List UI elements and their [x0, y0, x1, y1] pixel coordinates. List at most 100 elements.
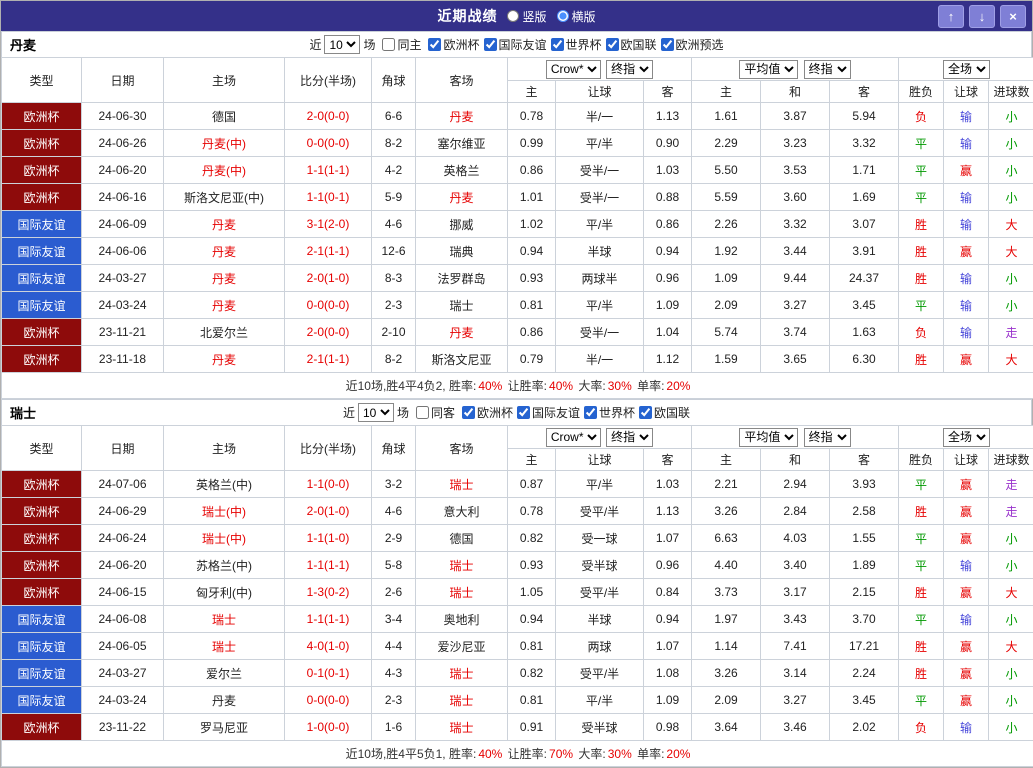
- away-team-cell: 瑞士: [416, 552, 508, 579]
- match-type-cell: 欧洲杯: [2, 103, 82, 130]
- odds-cell: 平/半: [556, 471, 644, 498]
- home-team-cell: 北爱尔兰: [164, 319, 285, 346]
- league-checkbox[interactable]: [606, 38, 619, 51]
- league-checkbox[interactable]: [639, 406, 652, 419]
- result-cell: 小: [989, 157, 1033, 184]
- match-type-cell: 欧洲杯: [2, 579, 82, 606]
- odds-cell: 3.74: [761, 319, 830, 346]
- vertical-radio[interactable]: [507, 10, 519, 22]
- league-checkbox[interactable]: [462, 406, 475, 419]
- odds-cell: 6.63: [692, 525, 761, 552]
- league-filter[interactable]: 欧国联: [606, 36, 657, 53]
- odds-cell: 3.46: [761, 714, 830, 741]
- same-venue-checkbox[interactable]: [382, 38, 395, 51]
- final-odds-select[interactable]: 终指: [606, 60, 653, 79]
- league-filter[interactable]: 国际友谊: [517, 404, 580, 421]
- layout-option-horizontal[interactable]: 横版: [557, 8, 596, 25]
- league-checkbox[interactable]: [551, 38, 564, 51]
- match-count-select[interactable]: 10: [324, 35, 360, 54]
- match-type-cell: 国际友谊: [2, 660, 82, 687]
- result-cell: 走: [989, 498, 1033, 525]
- league-filter[interactable]: 世界杯: [584, 404, 635, 421]
- result-cell: 赢: [944, 525, 989, 552]
- handicap-odds-group: Crow* 终指: [508, 426, 692, 449]
- match-row: 欧洲杯24-06-30德国2-0(0-0)6-6丹麦0.78半/一1.131.6…: [2, 103, 1033, 130]
- result-cell: 小: [989, 660, 1033, 687]
- odds-cell: 1.14: [692, 633, 761, 660]
- league-checkbox[interactable]: [584, 406, 597, 419]
- filter-controls: 近 10 场 同主 欧洲杯国际友谊世界杯欧国联欧洲预选: [309, 35, 723, 54]
- same-venue-filter[interactable]: 同客: [416, 404, 455, 421]
- result-cell: 输: [944, 606, 989, 633]
- close-button[interactable]: ×: [1000, 5, 1026, 28]
- league-filter[interactable]: 欧洲预选: [661, 36, 724, 53]
- odds-cell: 半球: [556, 238, 644, 265]
- match-row: 欧洲杯23-11-21北爱尔兰2-0(0-0)2-10丹麦0.86受半/一1.0…: [2, 319, 1033, 346]
- odds-cell: 1.55: [830, 525, 899, 552]
- league-checkbox[interactable]: [484, 38, 497, 51]
- match-count-select[interactable]: 10: [358, 403, 394, 422]
- bookmaker-select[interactable]: Crow*: [546, 428, 601, 447]
- bookmaker-select[interactable]: Crow*: [546, 60, 601, 79]
- summary-text: 30%: [608, 747, 632, 761]
- league-filter[interactable]: 欧洲杯: [428, 36, 479, 53]
- odds-cell: 1.13: [644, 103, 692, 130]
- same-venue-checkbox[interactable]: [416, 406, 429, 419]
- score-cell: 3-1(2-0): [285, 211, 372, 238]
- league-filter[interactable]: 欧国联: [639, 404, 690, 421]
- result-cell: 大: [989, 211, 1033, 238]
- sub-header-handicap-result: 让球: [944, 81, 989, 103]
- near-label: 近: [343, 404, 355, 421]
- match-type-cell: 欧洲杯: [2, 319, 82, 346]
- league-filter[interactable]: 欧洲杯: [462, 404, 513, 421]
- odds-cell: 0.94: [644, 238, 692, 265]
- layout-option-vertical[interactable]: 竖版: [507, 8, 546, 25]
- odds-cell: 9.44: [761, 265, 830, 292]
- odds-cell: 3.91: [830, 238, 899, 265]
- col-header-away: 客场: [416, 426, 508, 471]
- same-venue-filter[interactable]: 同主: [382, 36, 421, 53]
- home-team-cell: 丹麦: [164, 687, 285, 714]
- average-select[interactable]: 平均值: [739, 428, 798, 447]
- fulltime-select[interactable]: 全场: [943, 60, 990, 79]
- corner-cell: 1-6: [372, 714, 416, 741]
- average-select[interactable]: 平均值: [739, 60, 798, 79]
- league-checkbox[interactable]: [428, 38, 441, 51]
- odds-cell: 4.40: [692, 552, 761, 579]
- result-cell: 胜: [899, 265, 944, 292]
- col-header-home: 主场: [164, 426, 285, 471]
- final-odds-select-2[interactable]: 终指: [804, 60, 851, 79]
- odds-cell: 0.94: [644, 606, 692, 633]
- league-label: 欧洲预选: [676, 36, 724, 53]
- final-odds-select-2[interactable]: 终指: [804, 428, 851, 447]
- scroll-up-button[interactable]: ↑: [938, 5, 964, 28]
- home-team-cell: 瑞士: [164, 633, 285, 660]
- result-group: 全场: [899, 58, 1033, 81]
- odds-cell: 2.15: [830, 579, 899, 606]
- league-filter[interactable]: 国际友谊: [484, 36, 547, 53]
- match-type-cell: 欧洲杯: [2, 498, 82, 525]
- odds-cell: 1.92: [692, 238, 761, 265]
- league-filter[interactable]: 世界杯: [551, 36, 602, 53]
- final-odds-select[interactable]: 终指: [606, 428, 653, 447]
- odds-cell: 2.21: [692, 471, 761, 498]
- away-team-cell: 瑞士: [416, 687, 508, 714]
- result-cell: 小: [989, 552, 1033, 579]
- odds-cell: 受半球: [556, 552, 644, 579]
- summary-text: 20%: [666, 379, 690, 393]
- home-team-cell: 英格兰(中): [164, 471, 285, 498]
- league-checkbox[interactable]: [661, 38, 674, 51]
- team-section-denmark: 丹麦 近 10 场 同主 欧洲杯国际友谊世界杯欧国联欧洲预选: [1, 31, 1032, 399]
- odds-cell: 3.32: [830, 130, 899, 157]
- odds-cell: 1.13: [644, 498, 692, 525]
- horizontal-radio[interactable]: [557, 10, 569, 22]
- corner-cell: 8-2: [372, 346, 416, 373]
- scroll-down-button[interactable]: ↓: [969, 5, 995, 28]
- corner-cell: 4-4: [372, 633, 416, 660]
- date-cell: 24-06-06: [82, 238, 164, 265]
- fulltime-select[interactable]: 全场: [943, 428, 990, 447]
- league-checkbox[interactable]: [517, 406, 530, 419]
- odds-cell: 0.93: [508, 265, 556, 292]
- match-type-cell: 欧洲杯: [2, 346, 82, 373]
- result-cell: 赢: [944, 157, 989, 184]
